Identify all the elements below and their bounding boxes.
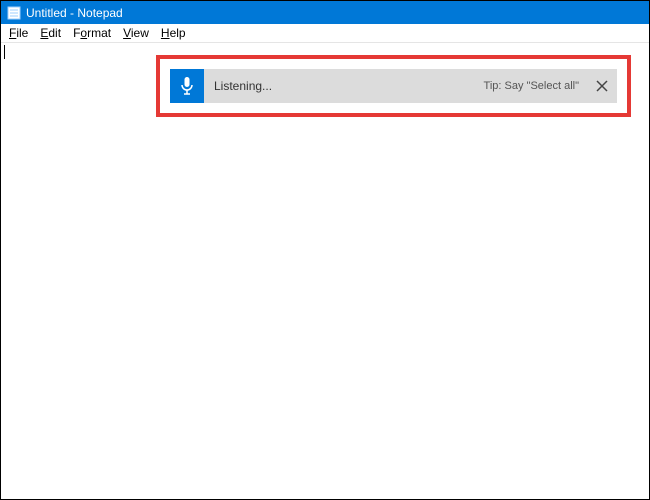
menu-format[interactable]: Format bbox=[67, 25, 117, 41]
menu-edit[interactable]: Edit bbox=[34, 25, 67, 41]
close-button[interactable] bbox=[587, 69, 617, 103]
text-editor-area[interactable]: Listening... Tip: Say "Select all" bbox=[1, 43, 649, 499]
dictation-status: Listening... bbox=[204, 79, 484, 93]
close-icon bbox=[596, 80, 608, 92]
menu-help[interactable]: Help bbox=[155, 25, 192, 41]
window-titlebar: Untitled - Notepad bbox=[1, 1, 649, 24]
menubar: File Edit Format View Help bbox=[1, 24, 649, 43]
dictation-toolbar: Listening... Tip: Say "Select all" bbox=[170, 69, 617, 103]
microphone-button[interactable] bbox=[170, 69, 204, 103]
menu-file[interactable]: File bbox=[3, 25, 34, 41]
microphone-icon bbox=[179, 76, 195, 96]
notepad-icon bbox=[7, 6, 21, 20]
annotation-highlight: Listening... Tip: Say "Select all" bbox=[156, 55, 631, 117]
window-title: Untitled - Notepad bbox=[26, 6, 123, 20]
text-cursor bbox=[4, 45, 5, 59]
dictation-tip: Tip: Say "Select all" bbox=[484, 80, 587, 92]
menu-view[interactable]: View bbox=[117, 25, 155, 41]
